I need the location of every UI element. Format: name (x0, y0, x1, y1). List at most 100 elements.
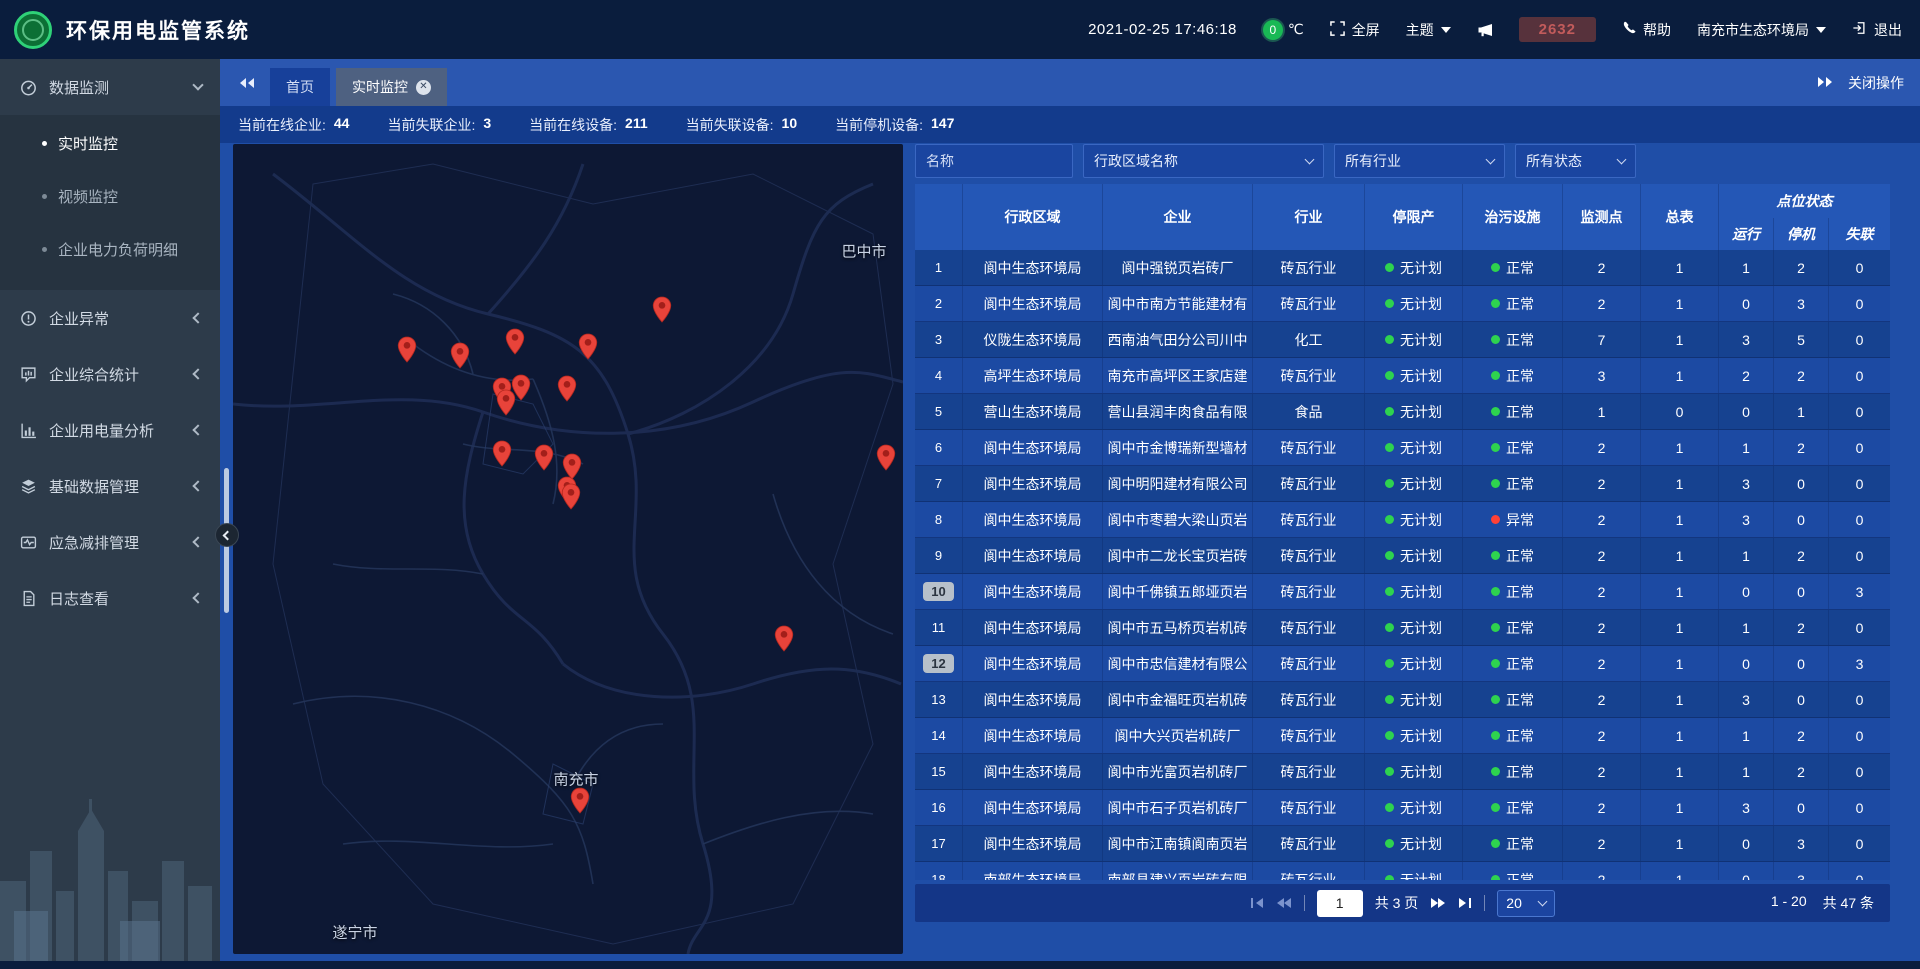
table-row[interactable]: 16 阆中生态环境局 阆中市石子页岩机砖厂 砖瓦行业 无计划 正常 2 1 3 … (915, 790, 1890, 826)
sidebar-group-header[interactable]: 企业异常 (0, 290, 220, 346)
table-row[interactable]: 12 阆中生态环境局 阆中市忠信建材有限公 砖瓦行业 无计划 正常 2 1 0 … (915, 646, 1890, 682)
table-row[interactable]: 8 阆中生态环境局 阆中市枣碧大梁山页岩 砖瓦行业 无计划 异常 2 1 3 0… (915, 502, 1890, 538)
help-button[interactable]: 帮助 (1622, 20, 1671, 40)
tab[interactable]: 首页 (270, 68, 330, 106)
tabs-back-icon[interactable] (238, 77, 256, 89)
map-pin[interactable] (652, 296, 672, 326)
status-select[interactable]: 所有状态 (1515, 144, 1636, 178)
cell-industry: 砖瓦行业 (1253, 682, 1365, 717)
cell-industry: 砖瓦行业 (1253, 646, 1365, 681)
table-row[interactable]: 4 高坪生态环境局 南充市高坪区王家店建 砖瓦行业 无计划 正常 3 1 2 2… (915, 358, 1890, 394)
chevron-icon (192, 312, 203, 323)
tabs-forward-icon[interactable] (1816, 75, 1834, 91)
stat-value: 44 (334, 115, 350, 135)
map-pin[interactable] (561, 483, 581, 513)
industry-select[interactable]: 所有行业 (1334, 144, 1505, 178)
cell-lost: 0 (1829, 394, 1890, 429)
org-dropdown[interactable]: 南充市生态环境局 (1697, 20, 1826, 40)
cell-points: 2 (1563, 286, 1641, 321)
phone-icon (1622, 21, 1636, 38)
tab-label: 实时监控 (352, 77, 408, 97)
map-pin[interactable] (876, 444, 896, 474)
table-row[interactable]: 10 阆中生态环境局 阆中千佛镇五郎垭页岩 砖瓦行业 无计划 正常 2 1 0 … (915, 574, 1890, 610)
table-row[interactable]: 7 阆中生态环境局 阆中明阳建材有限公司 砖瓦行业 无计划 正常 2 1 3 0… (915, 466, 1890, 502)
page-number-input[interactable] (1317, 890, 1363, 917)
theme-dropdown[interactable]: 主题 (1406, 20, 1451, 40)
sidebar-group: 企业异常 (0, 290, 220, 346)
cell-production: 无计划 (1365, 754, 1463, 789)
sidebar-group-header[interactable]: 企业综合统计 (0, 346, 220, 402)
cell-run: 0 (1719, 574, 1774, 609)
alarm-count-badge[interactable]: 2632 (1519, 17, 1596, 42)
map-pin[interactable] (450, 342, 470, 372)
sidebar: 数据监测 实时监控 视频监控 企业电力负荷明细 企业异常 企业综合统计 企业用电… (0, 59, 220, 961)
map-pin[interactable] (397, 336, 417, 366)
table-row[interactable]: 14 阆中生态环境局 阆中大兴页岩机砖厂 砖瓦行业 无计划 正常 2 1 1 2… (915, 718, 1890, 754)
name-filter-input[interactable] (915, 144, 1073, 178)
last-page-button[interactable] (1458, 897, 1472, 909)
next-page-button[interactable] (1430, 897, 1446, 909)
header-lost: 失联 (1829, 218, 1890, 250)
sidebar-group-header[interactable]: 数据监测 (0, 59, 220, 115)
tab-close-icon[interactable]: ✕ (416, 80, 431, 95)
table-row[interactable]: 3 仪陇生态环境局 西南油气田分公司川中 化工 无计划 正常 7 1 3 5 0 (915, 322, 1890, 358)
sidebar-collapse-button[interactable] (215, 523, 239, 547)
cell-industry: 砖瓦行业 (1253, 250, 1365, 285)
row-index: 13 (931, 692, 945, 707)
table-row[interactable]: 13 阆中生态环境局 阆中市金福旺页岩机砖 砖瓦行业 无计划 正常 2 1 3 … (915, 682, 1890, 718)
header-region: 行政区域 (963, 184, 1103, 250)
cell-industry: 砖瓦行业 (1253, 286, 1365, 321)
table-row[interactable]: 1 阆中生态环境局 阆中强锐页岩砖厂 砖瓦行业 无计划 正常 2 1 1 2 0 (915, 250, 1890, 286)
table-row[interactable]: 2 阆中生态环境局 阆中市南方节能建材有 砖瓦行业 无计划 正常 2 1 0 3… (915, 286, 1890, 322)
close-operations-button[interactable]: 关闭操作 (1848, 73, 1904, 93)
status-dot-icon (1385, 407, 1394, 416)
table-row[interactable]: 18 南部生态环境局 南部县建兴页岩砖有限 砖瓦行业 无计划 正常 2 1 0 … (915, 862, 1890, 880)
sidebar-item[interactable]: 企业电力负荷明细 (0, 223, 220, 276)
sidebar-group-header[interactable]: 企业用电量分析 (0, 402, 220, 458)
table-row[interactable]: 5 营山生态环境局 营山县润丰肉食品有限 食品 无计划 正常 1 0 0 1 0 (915, 394, 1890, 430)
sidebar-item[interactable]: 实时监控 (0, 117, 220, 170)
cell-treatment: 正常 (1463, 358, 1563, 393)
cell-production: 无计划 (1365, 358, 1463, 393)
sidebar-group-header[interactable]: 应急减排管理 (0, 514, 220, 570)
sidebar-group-header[interactable]: 基础数据管理 (0, 458, 220, 514)
cell-industry: 砖瓦行业 (1253, 718, 1365, 753)
table-row[interactable]: 9 阆中生态环境局 阆中市二龙长宝页岩砖 砖瓦行业 无计划 正常 2 1 1 2… (915, 538, 1890, 574)
cell-production: 无计划 (1365, 466, 1463, 501)
map-pin[interactable] (570, 787, 590, 817)
logout-button[interactable]: 退出 (1852, 20, 1902, 40)
status-dot-icon (1385, 551, 1394, 560)
cell-region: 阆中生态环境局 (963, 790, 1103, 825)
map-pin[interactable] (505, 328, 525, 358)
first-page-button[interactable] (1250, 897, 1264, 909)
cell-region: 阆中生态环境局 (963, 286, 1103, 321)
horn-icon[interactable] (1477, 23, 1493, 37)
table-row[interactable]: 11 阆中生态环境局 阆中市五马桥页岩机砖 砖瓦行业 无计划 正常 2 1 1 … (915, 610, 1890, 646)
map-pin[interactable] (534, 444, 554, 474)
map-pin[interactable] (557, 375, 577, 405)
map-pin[interactable] (496, 389, 516, 419)
row-index: 14 (931, 728, 945, 743)
map[interactable]: 巴中市南充市遂宁市 (233, 144, 903, 954)
fullscreen-button[interactable]: 全屏 (1330, 20, 1380, 40)
sidebar-item[interactable]: 视频监控 (0, 170, 220, 223)
prev-page-button[interactable] (1276, 897, 1292, 909)
page-size-select[interactable]: 20 (1497, 890, 1555, 917)
map-pin[interactable] (578, 333, 598, 363)
cell-run: 1 (1719, 538, 1774, 573)
sidebar-group-header[interactable]: 日志查看 (0, 570, 220, 626)
tab[interactable]: 实时监控 ✕ (336, 68, 447, 106)
cell-treatment: 正常 (1463, 286, 1563, 321)
stats-bar: 当前在线企业: 44 当前失联企业: 3 当前在线设备: 211 当前失联设备:… (220, 106, 1920, 143)
map-pin[interactable] (774, 625, 794, 655)
cell-meters: 0 (1641, 394, 1719, 429)
header-company: 企业 (1103, 184, 1253, 250)
table-row[interactable]: 6 阆中生态环境局 阆中市金博瑞新型墙材 砖瓦行业 无计划 正常 2 1 1 2… (915, 430, 1890, 466)
table-row[interactable]: 17 阆中生态环境局 阆中市江南镇阆南页岩 砖瓦行业 无计划 正常 2 1 0 … (915, 826, 1890, 862)
table-row[interactable]: 15 阆中生态环境局 阆中市光富页岩机砖厂 砖瓦行业 无计划 正常 2 1 1 … (915, 754, 1890, 790)
name-input[interactable] (926, 153, 1062, 169)
chevron-down-icon (1486, 155, 1496, 165)
row-index: 9 (935, 548, 942, 563)
map-pin[interactable] (492, 440, 512, 470)
region-select[interactable]: 行政区域名称 (1083, 144, 1324, 178)
